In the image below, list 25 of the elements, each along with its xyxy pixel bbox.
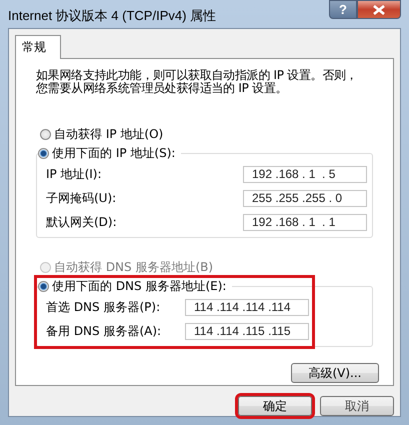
radio-button[interactable] [40,128,51,140]
field-label: 首选 DNS 服务器(P): [46,298,160,316]
close-button[interactable] [357,0,401,19]
radio-label[interactable]: 使用下面的 IP 地址(S): [52,144,176,162]
window-title: Internet 协议版本 4 (TCP/IPv4) 属性 [8,7,216,25]
ip-address-field[interactable]: 114 .114 .114 .114 [185,298,309,316]
ip-address-field[interactable]: 255 .255 .255 . 0 [243,190,367,206]
radio-button[interactable] [38,148,49,158]
advanced-button[interactable]: 高级(V)... [291,363,379,383]
ip-address-field[interactable]: 192 .168 . 1 . 1 [243,214,367,230]
tab[interactable]: 常规 [15,35,61,59]
ip-address-field[interactable]: 192 .168 . 1 . 5 [243,166,367,182]
description-text: 您需要从网络系统管理员处获得适当的 IP 设置。 [36,82,288,95]
radio-label[interactable]: 使用下面的 DNS 服务器地址(E): [52,278,226,294]
field-label: 默认网关(D): [46,214,117,230]
dialog-button[interactable]: 确定 [238,396,312,416]
field-label: 备用 DNS 服务器(A): [46,322,162,340]
field-label: 子网掩码(U): [46,190,116,206]
ip-address-field[interactable]: 114 .114 .115 .115 [185,322,309,340]
field-label: IP 地址(I): [46,166,102,182]
radio-button[interactable] [38,280,49,292]
close-icon [373,4,385,14]
radio-label[interactable]: 自动获得 IP 地址(O) [54,126,164,142]
dialog-button[interactable]: 取消 [320,396,394,416]
description-text: 如果网络支持此功能，则可以获取自动指派的 IP 设置。否则， [36,69,358,82]
